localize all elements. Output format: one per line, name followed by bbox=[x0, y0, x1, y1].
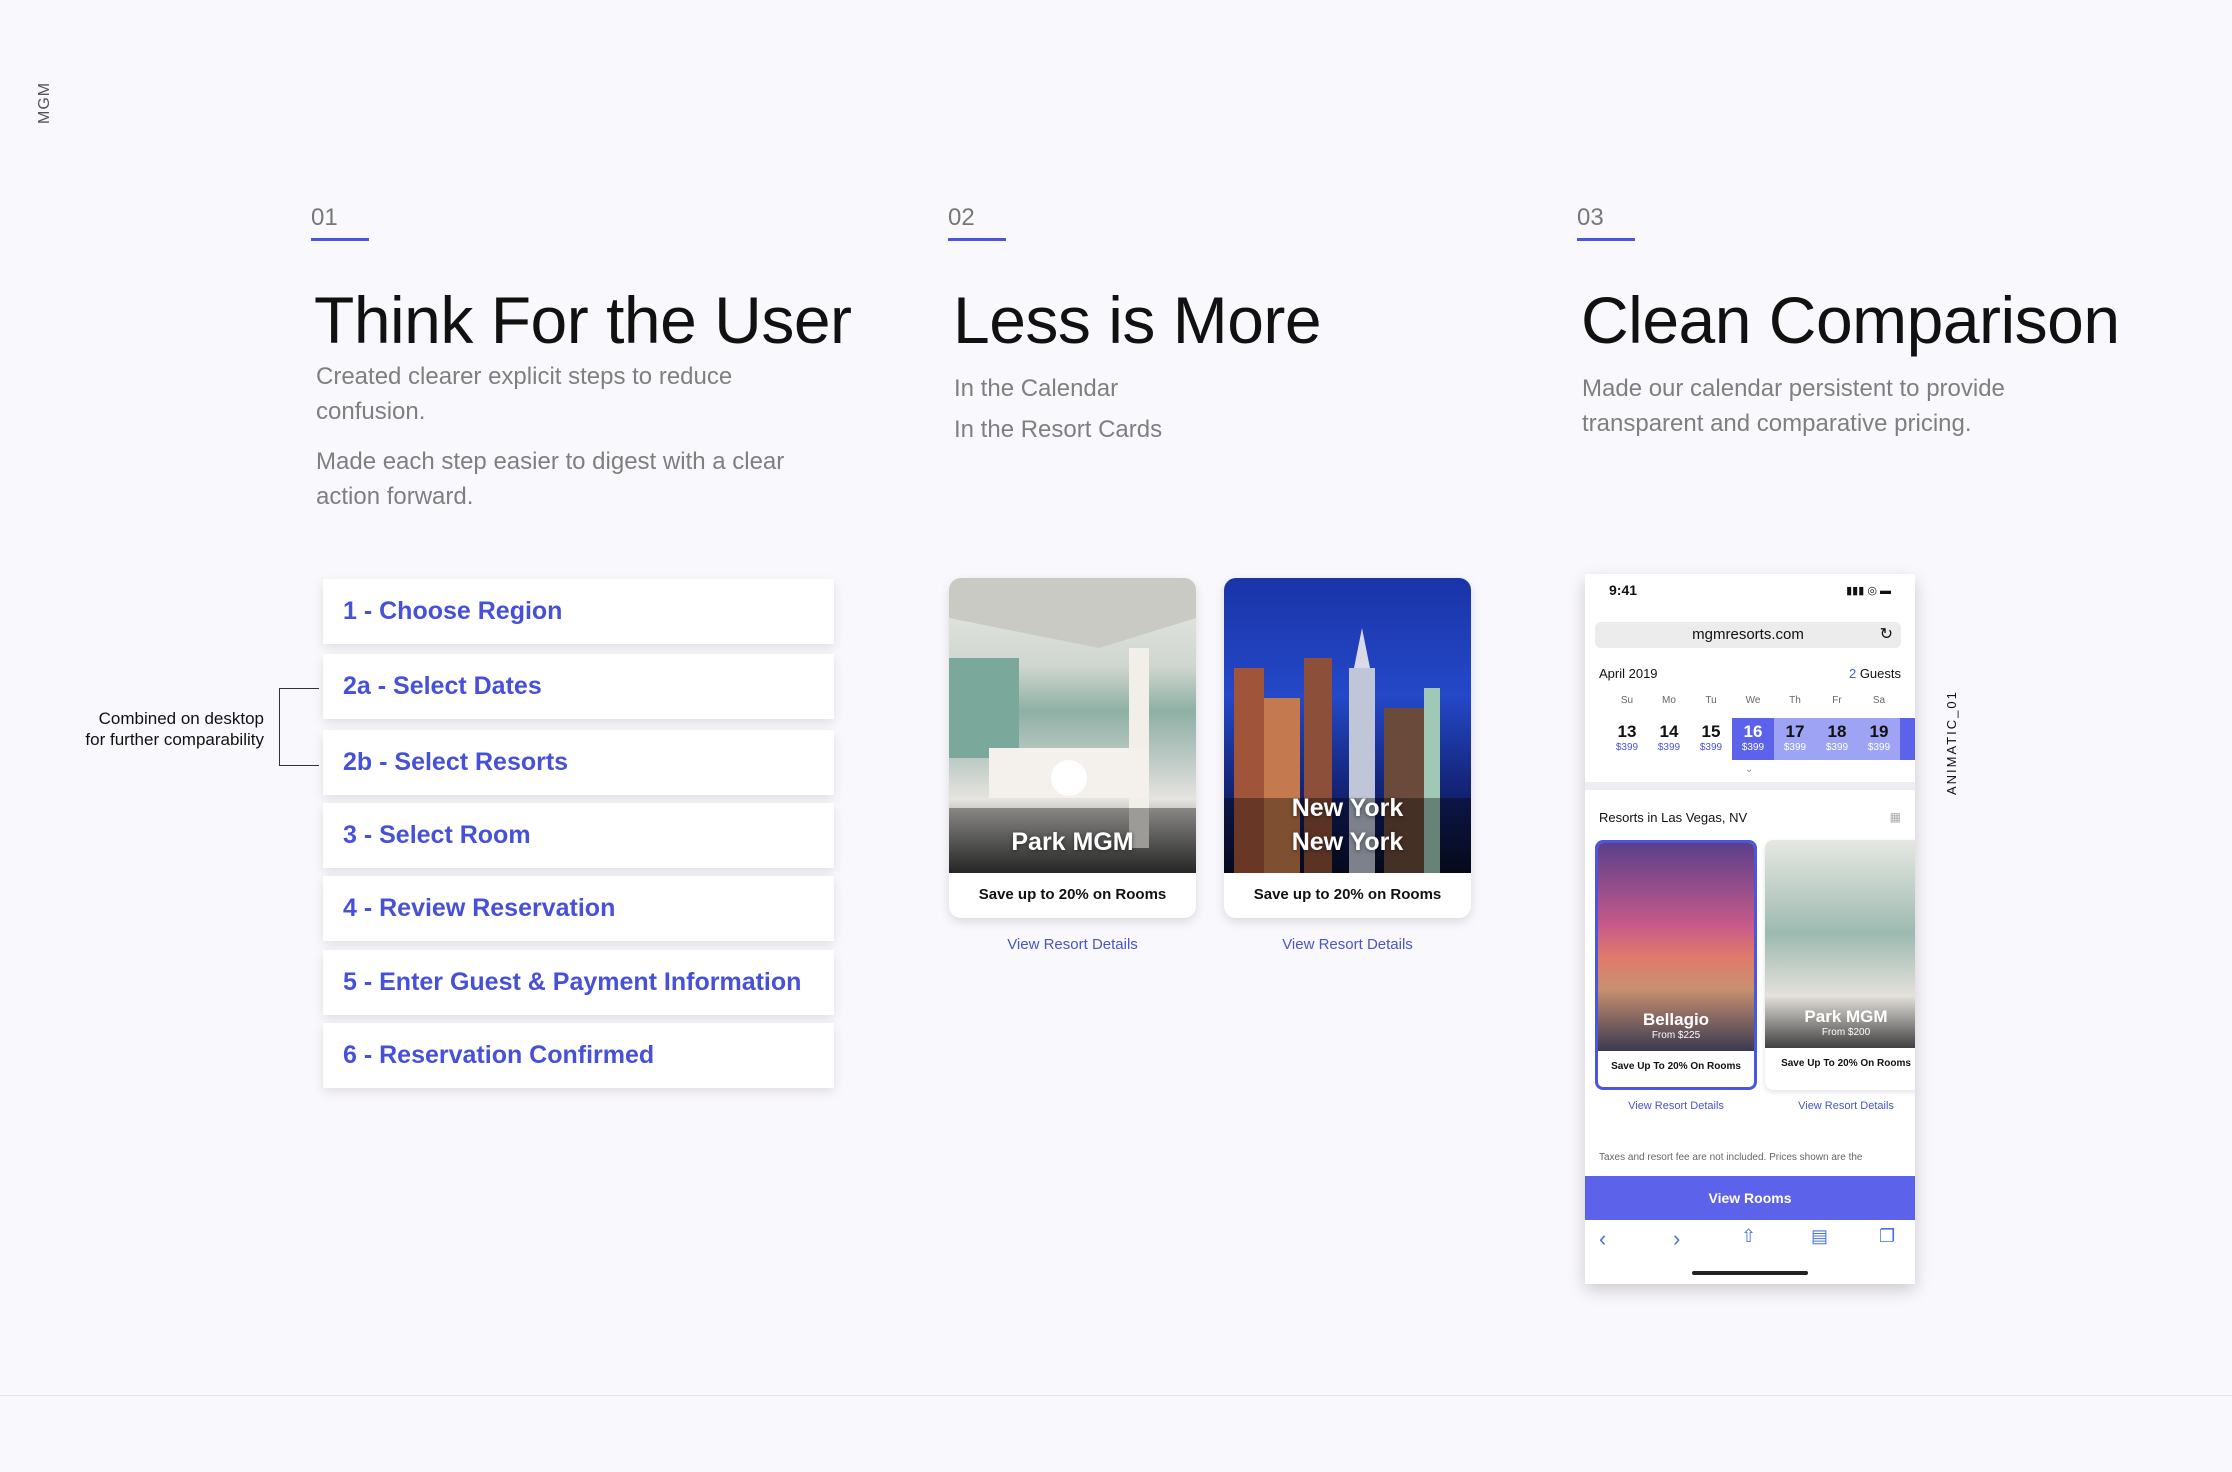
number-underline bbox=[1577, 238, 1635, 241]
weekday-label: Su bbox=[1620, 695, 1634, 706]
status-time: 9:41 bbox=[1609, 582, 1638, 598]
guests-label: Guests bbox=[1859, 666, 1901, 681]
step-choose-region[interactable]: 1 - Choose Region bbox=[323, 579, 834, 644]
home-indicator bbox=[1692, 1271, 1808, 1275]
forward-icon[interactable]: › bbox=[1673, 1226, 1680, 1252]
reload-icon[interactable]: ↻ bbox=[1880, 624, 1893, 644]
combined-bracket bbox=[279, 688, 319, 766]
section-number: 01 bbox=[311, 204, 338, 231]
calendar-date-selected[interactable]: 16 $399 bbox=[1732, 718, 1774, 760]
view-resort-details-link[interactable]: View Resort Details bbox=[949, 936, 1196, 953]
chevron-down-icon[interactable]: ⌄ bbox=[1745, 764, 1753, 775]
section-number: 02 bbox=[948, 204, 975, 231]
resort-save-text: Save up to 20% on Rooms bbox=[978, 886, 1167, 903]
section-title: Think For the User bbox=[314, 283, 852, 357]
section-desc: Made each step easier to digest with a c… bbox=[316, 448, 785, 510]
combined-note: Combined on desktop for further comparab… bbox=[85, 709, 264, 749]
step-guest-payment[interactable]: 5 - Enter Guest & Payment Information bbox=[323, 950, 834, 1015]
guests-count: 2 bbox=[1848, 666, 1857, 681]
number-underline bbox=[948, 238, 1006, 241]
divider bbox=[1585, 782, 1915, 790]
footer-divider bbox=[0, 1395, 2232, 1396]
resort-name: New York New York bbox=[1291, 794, 1404, 856]
section-desc: Made our calendar persistent to provide … bbox=[1582, 375, 2005, 437]
resort-image: New York New York bbox=[1224, 578, 1471, 873]
resort-save-text: Save up to 20% on Rooms bbox=[1253, 886, 1442, 903]
resort-name: Park MGM bbox=[1011, 828, 1134, 856]
animatic-label: ANIMATIC_01 bbox=[1944, 690, 1959, 795]
bookmarks-icon[interactable]: ▤ bbox=[1811, 1226, 1828, 1247]
resort-card[interactable]: New York New York Save up to 20% on Room… bbox=[1224, 578, 1471, 918]
resort-name: Bellagio From $225 bbox=[1642, 1010, 1710, 1041]
resorts-in-label: Resorts in Las Vegas, NV bbox=[1599, 810, 1748, 825]
step-reservation-confirmed[interactable]: 6 - Reservation Confirmed bbox=[323, 1023, 834, 1088]
view-resort-details-link[interactable]: View Resort Details bbox=[1765, 1100, 1915, 1112]
url-bar[interactable]: mgmresorts.com bbox=[1595, 622, 1901, 648]
section-desc: Created clearer explicit steps to reduce… bbox=[316, 363, 733, 425]
calendar-date[interactable]: 14 $399 bbox=[1648, 718, 1690, 760]
calendar-date-range[interactable]: 17 $399 bbox=[1774, 718, 1816, 760]
weekday-label: Tu bbox=[1705, 695, 1717, 706]
calendar-date-range[interactable]: 18 $399 bbox=[1816, 718, 1858, 760]
step-review-reservation[interactable]: 4 - Review Reservation bbox=[323, 876, 834, 941]
status-icons: ▮▮▮ ◎ ▬ bbox=[1846, 585, 1891, 597]
brand-label: MGM bbox=[36, 81, 53, 124]
section-title: Clean Comparison bbox=[1581, 283, 2120, 357]
calendar-month: April 2019 bbox=[1599, 666, 1658, 681]
resort-save-text: Save Up To 20% On Rooms bbox=[1781, 1058, 1911, 1069]
number-underline bbox=[311, 238, 369, 241]
section-number: 03 bbox=[1577, 204, 1604, 231]
view-resort-details-link[interactable]: View Resort Details bbox=[1595, 1100, 1757, 1112]
weekday-label: Th bbox=[1789, 695, 1801, 706]
view-rooms-button[interactable]: View Rooms bbox=[1585, 1176, 1915, 1220]
tabs-icon[interactable]: ❐ bbox=[1879, 1226, 1895, 1247]
weekday-row: Su Mo Tu We Th Fr Sa bbox=[1585, 695, 1915, 709]
calendar-date-partial bbox=[1900, 718, 1915, 760]
resort-card-bellagio[interactable]: Bellagio From $225 Save Up To 20% On Roo… bbox=[1595, 840, 1757, 1090]
calendar-date[interactable]: 15 $399 bbox=[1690, 718, 1732, 760]
grid-icon[interactable]: ▦ bbox=[1890, 810, 1901, 824]
taxes-note: Taxes and resort fee are not included. P… bbox=[1599, 1152, 1863, 1163]
section-desc: In the Calendar bbox=[954, 375, 1119, 402]
resort-card[interactable]: Park MGM Save up to 20% on Rooms bbox=[949, 578, 1196, 918]
resort-save-text: Save Up To 20% On Rooms bbox=[1611, 1061, 1741, 1072]
guests-selector[interactable]: 2 Guests bbox=[1849, 666, 1901, 681]
section-title: Less is More bbox=[953, 283, 1322, 357]
step-select-room[interactable]: 3 - Select Room bbox=[323, 803, 834, 868]
step-select-dates[interactable]: 2a - Select Dates bbox=[323, 654, 834, 719]
resort-image: Park MGM From $200 bbox=[1765, 840, 1915, 1048]
calendar-date-range[interactable]: 19 $399 bbox=[1858, 718, 1900, 760]
weekday-label: Sa bbox=[1872, 695, 1886, 706]
view-resort-details-link[interactable]: View Resort Details bbox=[1224, 936, 1471, 953]
back-icon[interactable]: ‹ bbox=[1599, 1226, 1606, 1252]
section-desc: In the Resort Cards bbox=[954, 416, 1163, 443]
resort-card-park-mgm[interactable]: Park MGM From $200 Save Up To 20% On Roo… bbox=[1765, 840, 1915, 1090]
weekday-label: Fr bbox=[1832, 695, 1842, 706]
step-select-resorts[interactable]: 2b - Select Resorts bbox=[323, 730, 834, 795]
share-icon[interactable]: ⇧ bbox=[1741, 1226, 1756, 1247]
resort-image: Bellagio From $225 bbox=[1598, 843, 1754, 1051]
resort-image: Park MGM bbox=[949, 578, 1196, 873]
phone-mockup: 9:41 ▮▮▮ ◎ ▬ mgmresorts.com ↻ April 2019… bbox=[1585, 574, 1915, 1284]
calendar-date[interactable]: 13 $399 bbox=[1606, 718, 1648, 760]
weekday-label: Mo bbox=[1662, 695, 1676, 706]
weekday-label: We bbox=[1745, 695, 1761, 706]
resort-name: Park MGM From $200 bbox=[1804, 1007, 1888, 1038]
